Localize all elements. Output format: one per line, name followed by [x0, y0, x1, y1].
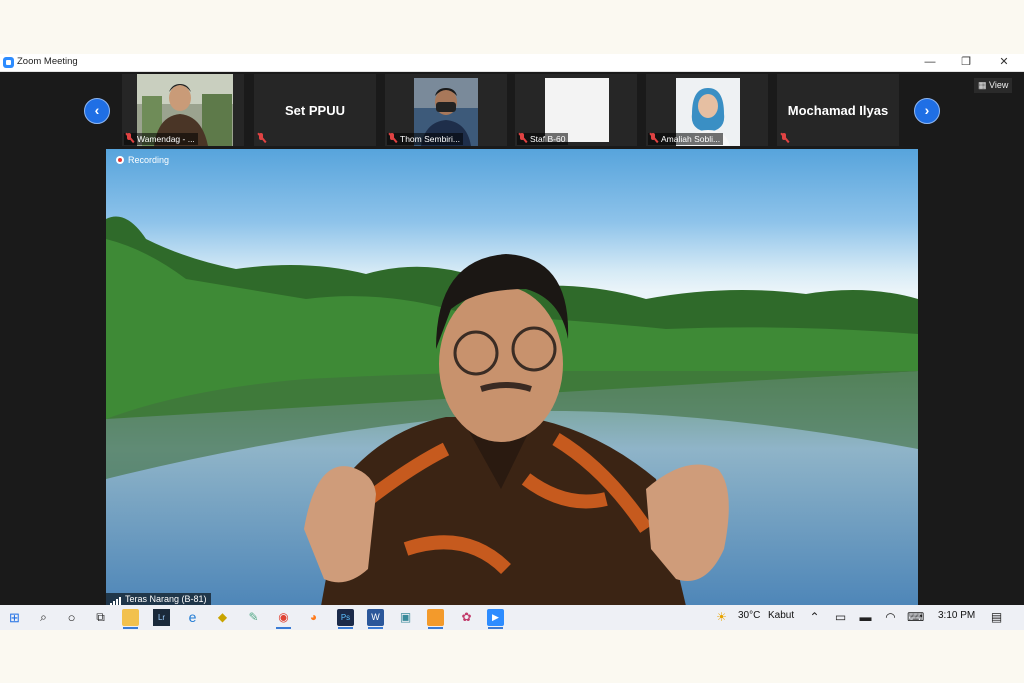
participant-name: Mochamad Ilyas — [787, 103, 889, 118]
edge-icon[interactable]: e — [184, 609, 201, 626]
participant-name-label — [256, 133, 272, 145]
participant-name: Wamendag - ... — [137, 134, 195, 144]
mic-muted-icon — [388, 133, 397, 143]
minimize-button[interactable]: — — [912, 54, 948, 71]
participant-name: Staf B-60 — [530, 134, 566, 144]
participant-name-label — [779, 133, 795, 145]
notifications-icon[interactable]: ▤ — [988, 609, 1005, 626]
chevron-up-icon[interactable]: ⌃ — [806, 609, 823, 626]
participant-name: Set PPUU — [285, 103, 345, 118]
windows-start-icon[interactable]: ⊞ — [6, 609, 23, 626]
recording-indicator: Recording — [116, 155, 169, 165]
wifi-icon[interactable]: ◠ — [882, 609, 899, 626]
photoshop-icon[interactable]: Ps — [337, 609, 354, 629]
participant-name-label: Amaliah Sobli... — [648, 133, 724, 145]
lightroom-icon[interactable]: Lr — [153, 609, 170, 626]
mic-muted-icon — [257, 133, 266, 143]
participant-tile[interactable]: Thom Sembiri... — [385, 74, 507, 146]
grid-icon: ▦ — [978, 80, 990, 90]
app-icon[interactable]: ✿ — [458, 609, 475, 626]
weather-icon[interactable]: ☀ — [713, 609, 730, 626]
participant-tile[interactable]: Staf B-60 — [515, 74, 637, 146]
file-explorer-icon[interactable] — [122, 609, 139, 629]
participant-tile[interactable]: Amaliah Sobli... — [646, 74, 768, 146]
app-icon[interactable]: ◆ — [214, 609, 231, 626]
zoom-window: Zoom Meeting — ❐ ✕ ‹ Wamendag - ... Set … — [0, 54, 1024, 630]
close-button[interactable]: ✕ — [986, 54, 1022, 71]
word-icon[interactable]: W — [367, 609, 384, 629]
zoom-logo-icon — [3, 57, 14, 68]
restore-button[interactable]: ❐ — [948, 54, 984, 71]
participant-tile[interactable]: Set PPUU — [254, 74, 376, 146]
active-speaker-video: Recording Teras Narang (B-81) — [106, 149, 918, 606]
participant-name-label: Thom Sembiri... — [387, 133, 463, 145]
participant-name-label: Wamendag - ... — [124, 133, 198, 145]
mic-muted-icon — [125, 133, 134, 143]
chevron-left-icon: ‹ — [94, 102, 100, 118]
mic-muted-icon — [780, 133, 789, 143]
meet-now-icon[interactable]: ▭ — [832, 609, 849, 626]
recording-icon — [116, 156, 124, 164]
view-button[interactable]: ▦ View — [974, 78, 1013, 93]
participant-tile[interactable]: Mochamad Ilyas — [777, 74, 899, 146]
view-label: View — [989, 80, 1009, 90]
speaker-name: Teras Narang (B-81) — [125, 594, 207, 604]
window-title: Zoom Meeting — [17, 56, 78, 67]
participant-tile[interactable]: Wamendag - ... — [122, 74, 244, 146]
participant-name: Amaliah Sobli... — [661, 134, 721, 144]
battery-icon[interactable]: ▬ — [857, 609, 874, 626]
app-icon[interactable]: ▣ — [397, 609, 414, 626]
paint-icon[interactable]: ✎ — [245, 609, 262, 626]
speaker-figure — [304, 254, 729, 606]
chrome-icon[interactable]: ◉ — [275, 609, 292, 629]
search-icon[interactable]: ⌕ — [35, 609, 52, 626]
next-page-button[interactable]: › — [914, 98, 940, 124]
weather-temp[interactable]: 30°C — [738, 610, 760, 621]
mic-muted-icon — [649, 133, 658, 143]
chevron-right-icon: › — [924, 102, 930, 118]
prev-page-button[interactable]: ‹ — [84, 98, 110, 124]
weather-desc[interactable]: Kabut — [768, 610, 794, 621]
keyboard-icon[interactable]: ⌨ — [907, 609, 924, 626]
title-bar: Zoom Meeting — ❐ ✕ — [0, 54, 1024, 72]
participant-name-label: Staf B-60 — [517, 133, 569, 145]
app-icon[interactable] — [427, 609, 444, 629]
clock[interactable]: 3:10 PM — [938, 610, 975, 621]
firefox-icon[interactable]: ◕ — [305, 609, 322, 626]
task-view-icon[interactable]: ⧉ — [92, 609, 109, 626]
mic-muted-icon — [518, 133, 527, 143]
participant-strip: ‹ Wamendag - ... Set PPUU Thom Sembiri..… — [0, 72, 1024, 148]
zoom-taskbar-icon[interactable]: ▶ — [487, 609, 504, 629]
recording-label: Recording — [128, 155, 170, 165]
participant-name: Thom Sembiri... — [400, 134, 460, 144]
cortana-icon[interactable]: ○ — [63, 609, 80, 626]
windows-taskbar: ⊞ ⌕ ○ ⧉ Lr e ◆ ✎ ◉ ◕ Ps W ▣ ✿ ▶ ☀ 30°C K… — [0, 605, 1024, 630]
